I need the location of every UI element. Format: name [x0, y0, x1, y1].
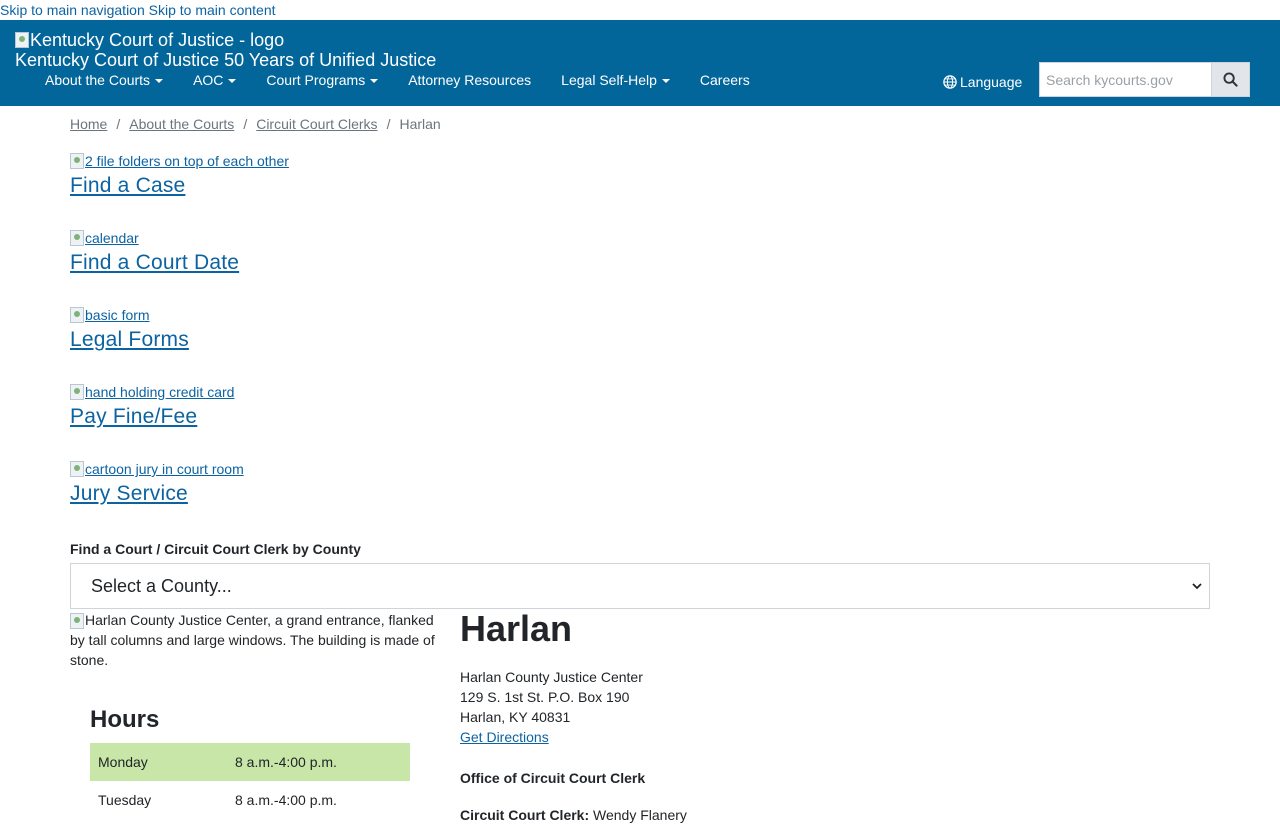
nav-label: Legal Self-Help — [561, 72, 657, 88]
hours-title: Hours — [90, 706, 160, 733]
caret-down-icon — [228, 79, 237, 84]
find-a-case-link[interactable]: Find a Case — [70, 173, 1210, 199]
credit-card-image-link[interactable]: hand holding credit card — [70, 384, 1210, 400]
nav-about-the-courts[interactable]: About the Courts — [30, 70, 178, 90]
site-header: Kentucky Court of Justice - logo Kentuck… — [0, 20, 1280, 106]
caret-down-icon — [370, 79, 379, 84]
broken-image-icon — [15, 32, 29, 48]
quick-link-pay-fine-fee: hand holding credit card Pay Fine/Fee — [70, 384, 1210, 461]
hours-panel: Hours Monday 8 a.m.-4:00 p.m. Tuesday 8 … — [90, 705, 410, 819]
skip-to-content-link[interactable]: Skip to main content — [149, 2, 276, 18]
nav-legal-self-help[interactable]: Legal Self-Help — [546, 70, 685, 90]
nav-label: About the Courts — [45, 72, 151, 88]
court-name: Harlan — [460, 608, 573, 649]
nav-label: Court Programs — [266, 72, 366, 88]
main-navigation: About the Courts AOC Court Programs Atto… — [30, 70, 765, 90]
breadcrumb-home[interactable]: Home — [70, 116, 107, 132]
image-alt-text: calendar — [85, 230, 139, 246]
broken-image-icon — [70, 230, 84, 246]
address-line: Harlan County Justice Center — [460, 669, 643, 685]
jury-service-link[interactable]: Jury Service — [70, 481, 1210, 507]
image-alt-text: 2 file folders on top of each other — [85, 153, 289, 169]
justice-center-photo: Harlan County Justice Center, a grand en… — [70, 610, 440, 670]
get-directions-link[interactable]: Get Directions — [460, 727, 549, 747]
nav-label: Attorney Resources — [408, 72, 532, 88]
address-line: 129 S. 1st St. P.O. Box 190 — [460, 689, 630, 705]
breadcrumb-separator: / — [116, 116, 121, 132]
skip-to-nav-link[interactable]: Skip to main navigation — [0, 2, 145, 18]
breadcrumb: Home / About the Courts / Circuit Court … — [70, 106, 1210, 142]
hours-time: 8 a.m.-4:00 p.m. — [235, 754, 337, 770]
nav-attorney-resources[interactable]: Attorney Resources — [393, 70, 546, 90]
broken-image-icon — [70, 384, 84, 400]
breadcrumb-separator: / — [243, 116, 248, 132]
hours-day: Monday — [98, 754, 148, 770]
image-alt-text: basic form — [85, 307, 150, 323]
language-label: Language — [960, 74, 1023, 90]
nav-careers[interactable]: Careers — [685, 70, 765, 90]
site-logo[interactable]: Kentucky Court of Justice - logo — [15, 30, 284, 50]
broken-image-icon — [70, 153, 84, 169]
site-name: Kentucky Court of Justice 50 Years of Un… — [15, 50, 437, 70]
globe-icon — [943, 75, 957, 89]
main-content: Home / About the Courts / Circuit Court … — [70, 106, 1210, 823]
court-info: Harlan Harlan County Justice Center 129 … — [460, 609, 687, 825]
chevron-down-icon — [1192, 583, 1202, 590]
county-select-value: Select a County... — [91, 575, 232, 596]
breadcrumb-about-the-courts[interactable]: About the Courts — [129, 116, 234, 132]
photo-alt-text: Harlan County Justice Center, a grand en… — [70, 612, 435, 668]
quick-link-jury-service: cartoon jury in court room Jury Service — [70, 461, 1210, 538]
county-finder-label: Find a Court / Circuit Court Clerk by Co… — [70, 541, 361, 557]
legal-forms-link[interactable]: Legal Forms — [70, 327, 1210, 353]
nav-label: Careers — [699, 72, 750, 88]
hours-row: Monday 8 a.m.-4:00 p.m. — [90, 743, 410, 781]
hours-row: Tuesday 8 a.m.-4:00 p.m. — [90, 781, 410, 819]
caret-down-icon — [661, 79, 670, 84]
logo-alt-text: Kentucky Court of Justice - logo — [30, 30, 285, 50]
quick-link-find-a-case: 2 file folders on top of each other Find… — [70, 153, 1210, 230]
skip-links: Skip to main navigation Skip to main con… — [0, 0, 1280, 20]
nav-court-programs[interactable]: Court Programs — [251, 70, 393, 90]
broken-image-icon — [70, 613, 84, 630]
search-form — [1039, 62, 1250, 97]
clerk-line: Circuit Court Clerk: Wendy Flanery — [460, 805, 687, 825]
clerk-name: Wendy Flanery — [593, 807, 687, 823]
nav-label: AOC — [193, 72, 224, 88]
county-select[interactable]: Select a County... — [70, 563, 1210, 609]
search-icon — [1223, 72, 1238, 87]
quick-links: 2 file folders on top of each other Find… — [70, 153, 1210, 538]
breadcrumb-current: Harlan — [399, 116, 441, 132]
address-line: Harlan, KY 40831 — [460, 709, 571, 725]
pay-fine-fee-link[interactable]: Pay Fine/Fee — [70, 404, 1210, 430]
find-a-court-date-link[interactable]: Find a Court Date — [70, 250, 1210, 276]
nav-aoc[interactable]: AOC — [178, 70, 251, 90]
court-details: Harlan County Justice Center, a grand en… — [70, 609, 1210, 823]
breadcrumb-separator: / — [386, 116, 391, 132]
broken-image-icon — [70, 307, 84, 323]
image-alt-text: cartoon jury in court room — [85, 461, 244, 477]
calendar-image-link[interactable]: calendar — [70, 230, 1210, 246]
folders-image-link[interactable]: 2 file folders on top of each other — [70, 153, 1210, 169]
form-image-link[interactable]: basic form — [70, 307, 1210, 323]
quick-link-legal-forms: basic form Legal Forms — [70, 307, 1210, 384]
hours-day: Tuesday — [98, 792, 152, 808]
broken-image-icon — [70, 461, 84, 477]
hours-time: 8 a.m.-4:00 p.m. — [235, 792, 337, 808]
caret-down-icon — [155, 79, 164, 84]
office-title: Office of Circuit Court Clerk — [460, 770, 646, 786]
clerk-label: Circuit Court Clerk: — [460, 807, 590, 823]
quick-link-find-a-court-date: calendar Find a Court Date — [70, 230, 1210, 307]
breadcrumb-circuit-court-clerks[interactable]: Circuit Court Clerks — [256, 116, 377, 132]
jury-image-link[interactable]: cartoon jury in court room — [70, 461, 1210, 477]
search-input[interactable] — [1039, 62, 1211, 97]
language-selector[interactable]: Language — [943, 74, 1022, 90]
search-button[interactable] — [1211, 62, 1250, 97]
image-alt-text: hand holding credit card — [85, 384, 235, 400]
